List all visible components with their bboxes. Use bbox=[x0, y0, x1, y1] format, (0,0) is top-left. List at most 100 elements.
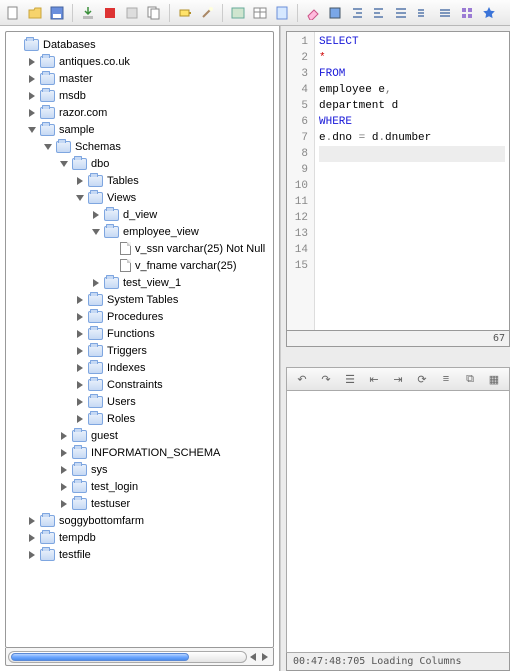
dropdown-open-icon[interactable] bbox=[58, 158, 70, 170]
dropdown-open-icon[interactable] bbox=[90, 226, 102, 238]
back-icon[interactable]: ⇤ bbox=[365, 370, 383, 388]
comment-icon[interactable]: ☰ bbox=[341, 370, 359, 388]
tree-item[interactable]: Roles bbox=[6, 410, 273, 427]
tree-item[interactable]: test_view_1 bbox=[6, 274, 273, 291]
tree-item[interactable]: guest bbox=[6, 427, 273, 444]
run-sql-icon[interactable] bbox=[229, 4, 247, 22]
scroll-right-icon[interactable] bbox=[259, 651, 271, 663]
dropdown-closed-icon[interactable] bbox=[74, 362, 86, 374]
tree-item[interactable]: antiques.co.uk bbox=[6, 53, 273, 70]
tree-item[interactable]: d_view bbox=[6, 206, 273, 223]
tree-item-label: v_ssn varchar(25) Not Null bbox=[135, 243, 265, 255]
tree-item[interactable]: sys bbox=[6, 461, 273, 478]
dropdown-closed-icon[interactable] bbox=[58, 481, 70, 493]
align-icon[interactable] bbox=[392, 4, 410, 22]
database-tree[interactable]: Databasesantiques.co.ukmastermsdbrazor.c… bbox=[5, 31, 274, 648]
tree-item-label: guest bbox=[91, 430, 118, 442]
dropdown-open-icon[interactable] bbox=[74, 192, 86, 204]
refresh-icon[interactable]: ⟳ bbox=[413, 370, 431, 388]
tree-item[interactable]: Views bbox=[6, 189, 273, 206]
redo-icon[interactable]: ↷ bbox=[317, 370, 335, 388]
sql-editor[interactable]: 123456789101112131415 SELECT *FROM emplo… bbox=[286, 31, 510, 331]
tree-item[interactable]: soggybottomfarm bbox=[6, 512, 273, 529]
tree-item[interactable]: msdb bbox=[6, 87, 273, 104]
wand-icon[interactable] bbox=[198, 4, 216, 22]
column-item[interactable]: v_ssn varchar(25) Not Null bbox=[6, 240, 273, 257]
tree-item[interactable]: INFORMATION_SCHEMA bbox=[6, 444, 273, 461]
tree-item[interactable]: Constraints bbox=[6, 376, 273, 393]
dropdown-closed-icon[interactable] bbox=[26, 56, 38, 68]
tree-item[interactable]: Functions bbox=[6, 325, 273, 342]
stop-disabled-icon[interactable] bbox=[123, 4, 141, 22]
undo-icon[interactable]: ↶ bbox=[293, 370, 311, 388]
results-grid[interactable] bbox=[286, 391, 510, 653]
dropdown-closed-icon[interactable] bbox=[26, 515, 38, 527]
grid-result-icon[interactable]: ▦ bbox=[485, 370, 503, 388]
tree-item[interactable]: test_login bbox=[6, 478, 273, 495]
indent-right-icon[interactable] bbox=[370, 4, 388, 22]
tree-item[interactable]: System Tables bbox=[6, 291, 273, 308]
grid-icon[interactable] bbox=[458, 4, 476, 22]
dropdown-closed-icon[interactable] bbox=[58, 464, 70, 476]
dropdown-closed-icon[interactable] bbox=[26, 73, 38, 85]
dropdown-closed-icon[interactable] bbox=[74, 294, 86, 306]
dropdown-closed-icon[interactable] bbox=[74, 175, 86, 187]
tree-item[interactable]: testuser bbox=[6, 495, 273, 512]
tree-item[interactable]: razor.com bbox=[6, 104, 273, 121]
dropdown-closed-icon[interactable] bbox=[26, 107, 38, 119]
tree-item[interactable]: tempdb bbox=[6, 529, 273, 546]
dropdown-closed-icon[interactable] bbox=[74, 345, 86, 357]
tree-item[interactable]: Schemas bbox=[6, 138, 273, 155]
tree-item[interactable]: Indexes bbox=[6, 359, 273, 376]
copy-result-icon[interactable]: ⧉ bbox=[461, 370, 479, 388]
dropdown-closed-icon[interactable] bbox=[58, 430, 70, 442]
rows-icon[interactable]: ≡ bbox=[437, 370, 455, 388]
tree-item[interactable]: Procedures bbox=[6, 308, 273, 325]
tree-item[interactable]: Tables bbox=[6, 172, 273, 189]
tree-item[interactable]: employee_view bbox=[6, 223, 273, 240]
tree-item[interactable]: dbo bbox=[6, 155, 273, 172]
dropdown-closed-icon[interactable] bbox=[74, 396, 86, 408]
book-icon[interactable] bbox=[326, 4, 344, 22]
dropdown-closed-icon[interactable] bbox=[74, 413, 86, 425]
dropdown-closed-icon[interactable] bbox=[74, 328, 86, 340]
script-icon[interactable] bbox=[273, 4, 291, 22]
eraser-icon[interactable] bbox=[304, 4, 322, 22]
long-lines-icon[interactable] bbox=[436, 4, 454, 22]
dropdown-closed-icon[interactable] bbox=[90, 277, 102, 289]
folder-icon bbox=[72, 430, 87, 442]
scroll-left-icon[interactable] bbox=[247, 651, 259, 663]
new-file-icon[interactable] bbox=[4, 4, 22, 22]
tree-item[interactable]: testfile bbox=[6, 546, 273, 563]
dropdown-closed-icon[interactable] bbox=[90, 209, 102, 221]
dropdown-closed-icon[interactable] bbox=[58, 498, 70, 510]
dropdown-closed-icon[interactable] bbox=[26, 532, 38, 544]
tree-item[interactable]: sample bbox=[6, 121, 273, 138]
star-icon[interactable] bbox=[480, 4, 498, 22]
next-icon[interactable]: ⇥ bbox=[389, 370, 407, 388]
editor-code[interactable]: SELECT *FROM employee e, department dWHE… bbox=[315, 32, 509, 330]
tree-item[interactable]: master bbox=[6, 70, 273, 87]
dropdown-closed-icon[interactable] bbox=[26, 90, 38, 102]
open-folder-icon[interactable] bbox=[26, 4, 44, 22]
save-disk-icon[interactable] bbox=[48, 4, 66, 22]
dropdown-open-icon[interactable] bbox=[42, 141, 54, 153]
tree-root[interactable]: Databases bbox=[6, 36, 273, 53]
dropdown-closed-icon[interactable] bbox=[26, 549, 38, 561]
tree-item[interactable]: Users bbox=[6, 393, 273, 410]
stop-red-icon[interactable] bbox=[101, 4, 119, 22]
indent-left-icon[interactable] bbox=[348, 4, 366, 22]
dropdown-open-icon[interactable] bbox=[26, 124, 38, 136]
dropdown-closed-icon[interactable] bbox=[74, 311, 86, 323]
column-item[interactable]: v_fname varchar(25) bbox=[6, 257, 273, 274]
dropdown-closed-icon[interactable] bbox=[74, 379, 86, 391]
copy-icon[interactable] bbox=[145, 4, 163, 22]
battery-icon[interactable] bbox=[176, 4, 194, 22]
dropdown-closed-icon[interactable] bbox=[58, 447, 70, 459]
short-lines-icon[interactable] bbox=[414, 4, 432, 22]
table-icon[interactable] bbox=[251, 4, 269, 22]
import-icon[interactable] bbox=[79, 4, 97, 22]
editor-hscroll[interactable]: 67 bbox=[286, 331, 510, 347]
tree-item[interactable]: Triggers bbox=[6, 342, 273, 359]
tree-hscroll[interactable] bbox=[5, 648, 274, 666]
